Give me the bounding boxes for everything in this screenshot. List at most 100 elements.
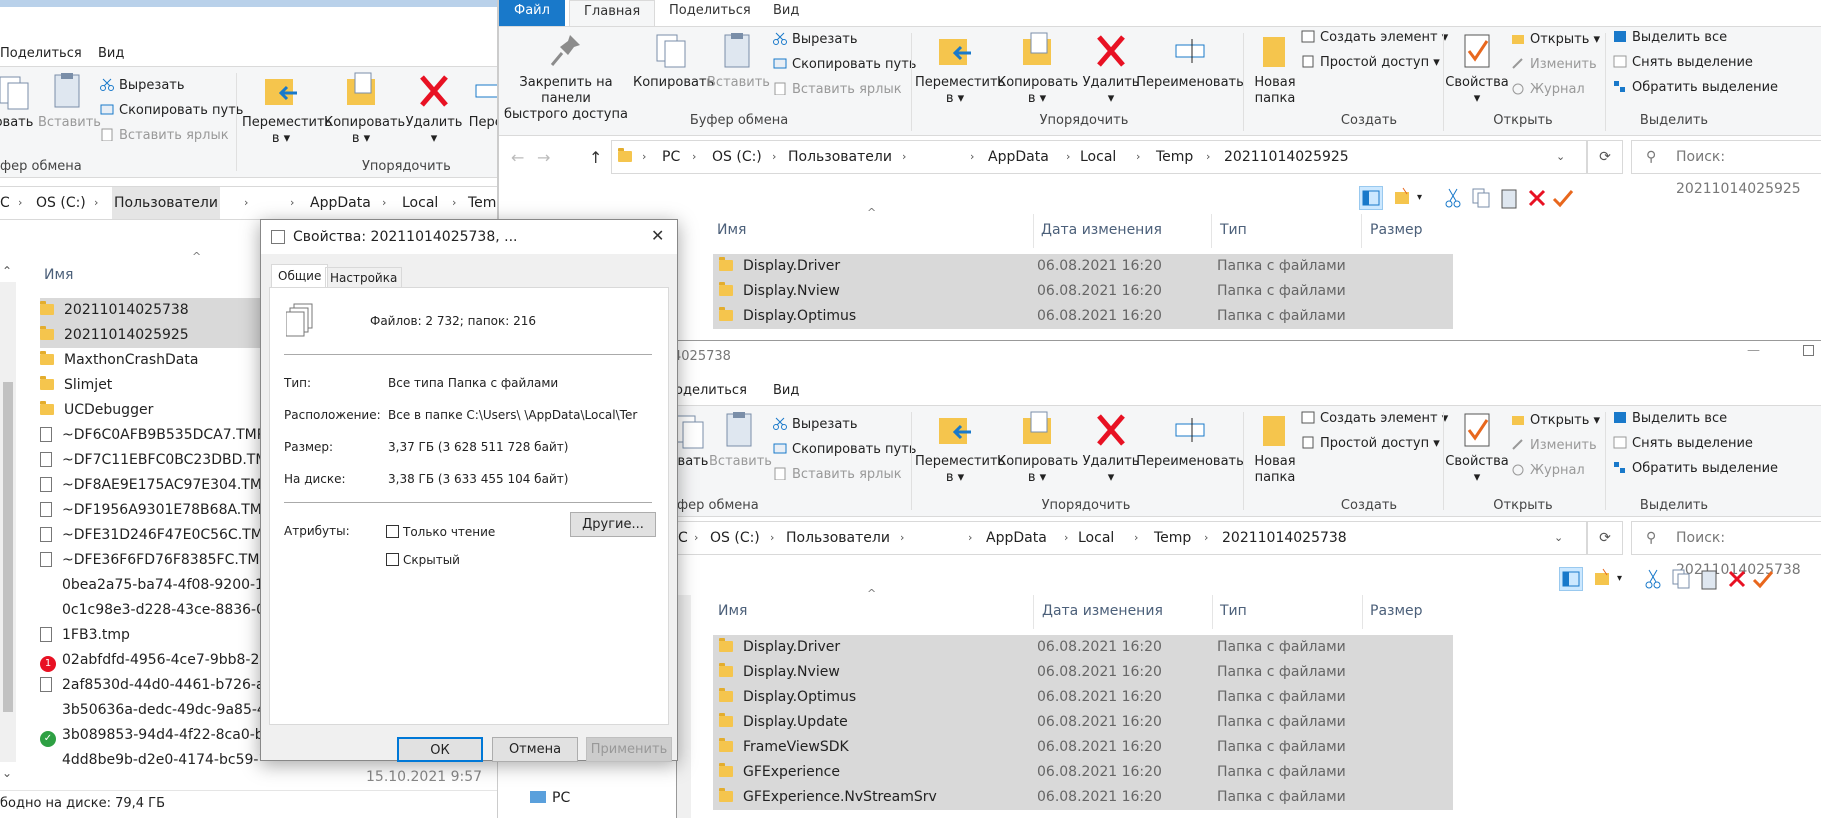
history-button[interactable]: Журнал (1511, 81, 1585, 99)
tab-share[interactable]: Поделиться (667, 0, 753, 26)
edit-button[interactable]: Изменить (1511, 437, 1597, 455)
scroll-down-arrow[interactable]: ⌄ (2, 766, 12, 780)
copy-path-button[interactable]: Скопировать путь (773, 441, 916, 459)
open-button[interactable]: Открыть ▾ (1511, 31, 1600, 49)
tab-share[interactable]: Поделиться (0, 46, 82, 61)
maximize-button[interactable] (1803, 345, 1814, 356)
folder-row[interactable]: Display.Update 06.08.2021 16:20 Папка с фа… (713, 710, 1453, 735)
column-size[interactable]: Размер (1370, 603, 1423, 619)
folder-row[interactable]: Display.Driver 06.08.2021 16:20 Папка с фа… (713, 254, 1453, 279)
dropdown-icon[interactable]: ▾ (1417, 186, 1441, 210)
paste-shortcut-button[interactable]: Вставить ярлык (100, 127, 229, 145)
file-row[interactable]: 2af8530d-44d0-4461-b726-a (40, 673, 260, 698)
rename-button[interactable]: Переименовать (1135, 31, 1245, 91)
breadcrumb-local[interactable]: Local (1080, 141, 1116, 173)
file-row[interactable]: ✓ 3b089853-94d4-4f22-8ca0-b (40, 723, 260, 748)
scroll-up-arrow[interactable]: ⌃ (2, 264, 12, 278)
scissors-icon[interactable] (1441, 186, 1465, 210)
folder-row[interactable]: Display.Optimus 06.08.2021 16:20 Папка с ф… (713, 685, 1453, 710)
breadcrumb-local[interactable]: Local (1078, 522, 1114, 554)
folder-row[interactable]: FrameViewSDK 06.08.2021 16:20 Папка с файл… (713, 735, 1453, 760)
select-all-button[interactable]: Выделить все (1613, 410, 1727, 428)
delete-button[interactable]: Удалить ▾ (1079, 31, 1143, 107)
folder-row[interactable]: GFExperience 06.08.2021 16:20 Папка с файл… (713, 760, 1453, 785)
file-row[interactable]: 1FB3.tmp (40, 623, 260, 648)
file-row[interactable]: Slimjet (40, 373, 260, 398)
breadcrumb-folder[interactable]: 20211014025925 (1224, 141, 1349, 173)
folder-row[interactable]: Display.Nview 06.08.2021 16:20 Папка с фай… (713, 279, 1453, 304)
file-row[interactable]: 0bea2a75-ba74-4f08-9200-1 (40, 573, 260, 598)
move-to-button[interactable]: Переместить в ▾ (242, 71, 332, 147)
file-row[interactable]: ~DF7C11EBFC0BC23DBD.TMP (40, 448, 260, 473)
copy-icon[interactable] (1669, 567, 1693, 591)
pin-quick-access-button[interactable]: Закрепить на панели быстрого доступа (501, 31, 631, 123)
refresh-button[interactable]: ⟳ (1587, 140, 1623, 174)
breadcrumb-appdata[interactable]: AppData (986, 522, 1047, 554)
hidden-checkbox[interactable]: Скрытый (386, 553, 460, 567)
breadcrumb-pc[interactable]: C (0, 187, 10, 219)
preview-pane-icon[interactable] (1393, 186, 1417, 210)
search-input[interactable]: ⚲ Поиск: 20211014025738 (1631, 521, 1821, 578)
new-item-button[interactable]: Создать элемент ▾ (1301, 29, 1448, 47)
rename-button[interactable]: Переименовать (1135, 410, 1245, 470)
paste-shortcut-button[interactable]: Вставить ярлык (773, 466, 902, 484)
copy-button[interactable]: овать (677, 410, 709, 470)
file-row[interactable]: ~DFE36F6FD76F8385FC.TMP (40, 548, 260, 573)
copy-to-button[interactable]: Копировать в ▾ (997, 31, 1078, 107)
breadcrumb-temp[interactable]: Tem (468, 187, 496, 219)
nav-item-pc[interactable]: PC (530, 790, 570, 806)
breadcrumb-appdata[interactable]: AppData (310, 187, 371, 219)
breadcrumb-appdata[interactable]: AppData (988, 141, 1049, 173)
copy-to-button[interactable]: Копировать в ▾ (997, 410, 1078, 486)
folder-row[interactable]: Display.Optimus 06.08.2021 16:20 Папка с ф… (713, 304, 1453, 329)
open-button[interactable]: Открыть ▾ (1511, 412, 1600, 430)
tab-home[interactable]: Главная (569, 0, 656, 26)
forward-arrow-icon[interactable]: → (537, 148, 550, 167)
tab-view[interactable]: Вид (98, 46, 124, 61)
column-name[interactable]: Имя (44, 267, 73, 283)
readonly-checkbox[interactable]: Только чтение (386, 525, 495, 539)
folder-row[interactable]: Display.Nview 06.08.2021 16:20 Папка с фай… (713, 660, 1453, 685)
preview-pane-icon[interactable] (1593, 567, 1617, 591)
new-item-button[interactable]: Создать элемент ▾ (1301, 410, 1448, 428)
breadcrumb-pc[interactable]: C (678, 522, 688, 554)
delete-button[interactable]: Удалить ▾ (404, 71, 464, 147)
delete-icon[interactable] (1725, 567, 1749, 591)
invert-selection-button[interactable]: Обратить выделение (1613, 79, 1778, 97)
breadcrumb-drive[interactable]: OS (C:) (710, 522, 760, 554)
move-to-button[interactable]: Переместить в ▾ (915, 410, 1005, 486)
paste-shortcut-button[interactable]: Вставить ярлык (773, 81, 902, 99)
column-type[interactable]: Тип (1220, 222, 1247, 238)
file-row[interactable]: UCDebugger (40, 398, 260, 423)
file-row[interactable]: 1 02abfdfd-4956-4ce7-9bb8-2 (40, 648, 260, 673)
copy-icon[interactable] (1469, 186, 1493, 210)
easy-access-button[interactable]: Простой доступ ▾ (1301, 54, 1440, 72)
delete-button[interactable]: Удалить ▾ (1079, 410, 1143, 486)
address-bar[interactable]: › PC › OS (C:) › Пользователи › › AppDat… (611, 140, 1587, 174)
delete-icon[interactable] (1525, 186, 1549, 210)
history-button[interactable]: Журнал (1511, 462, 1585, 480)
copy-button[interactable]: Копировать (633, 31, 714, 91)
tab-file[interactable]: Файл (499, 0, 565, 26)
breadcrumb-pc[interactable]: PC (662, 141, 680, 173)
file-row[interactable]: 20211014025738 (40, 298, 260, 323)
breadcrumb-users[interactable]: Пользователи (112, 187, 220, 219)
breadcrumb-users[interactable]: Пользователи (788, 141, 892, 173)
folder-row[interactable]: GFExperience.NvStreamSrv 06.08.2021 16:20… (713, 785, 1453, 810)
edit-button[interactable]: Изменить (1511, 56, 1597, 74)
copy-path-button[interactable]: Скопировать путь (773, 56, 916, 74)
minimize-button[interactable]: — (1747, 343, 1760, 358)
tab-view[interactable]: Вид (773, 383, 799, 398)
file-row[interactable]: ~DFE31D246F47E0C56C.TMP (40, 523, 260, 548)
easy-access-button[interactable]: Простой доступ ▾ (1301, 435, 1440, 453)
paste-icon[interactable] (1697, 567, 1721, 591)
scissors-icon[interactable] (1641, 567, 1665, 591)
file-row[interactable]: ~DF1956A9301E78B68A.TMP (40, 498, 260, 523)
vertical-scrollbar[interactable] (0, 282, 16, 762)
checkmark-icon[interactable] (1751, 567, 1775, 591)
breadcrumb-folder[interactable]: 20211014025738 (1222, 522, 1347, 554)
address-bar[interactable]: C › OS (C:) › Пользователи › › AppData ›… (677, 521, 1587, 555)
file-row[interactable]: ~DF8AE9E175AC97E304.TMP (40, 473, 260, 498)
breadcrumb-drive[interactable]: OS (C:) (36, 187, 86, 219)
copy-to-button[interactable]: Копировать в ▾ (324, 71, 405, 147)
